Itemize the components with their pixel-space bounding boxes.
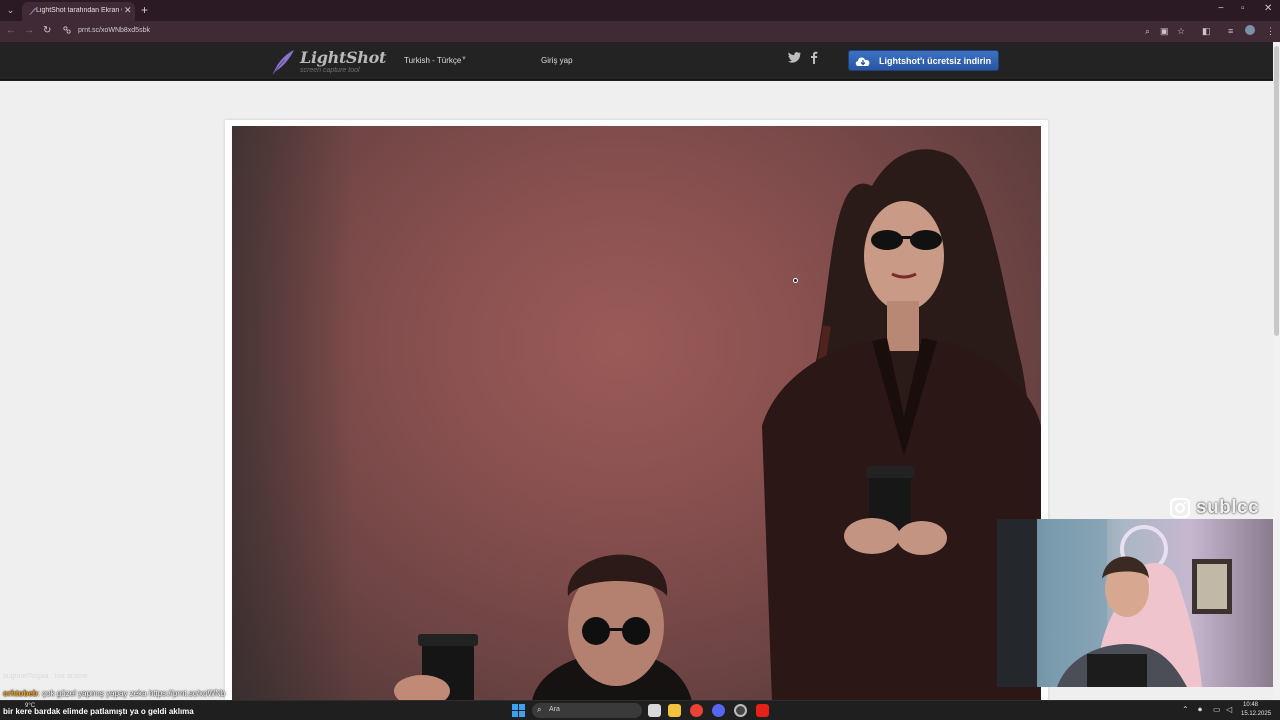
site-header: LightShot screen capture tool Turkish - …	[0, 42, 1273, 80]
address-bar[interactable]: prnt.sc/xoWNb8xd5sbk	[58, 24, 1168, 39]
chat-message: bir kere bardak elimde patlamıştı ya o g…	[3, 707, 194, 716]
tab-search-chevron-icon[interactable]: ⌄	[4, 4, 17, 17]
tab-close-icon[interactable]: ✕	[124, 5, 132, 16]
chat-message-faded: bugunelTolgaa : tisk dusme	[3, 673, 88, 680]
zoom-icon[interactable]: ⌕	[1145, 26, 1150, 36]
profile-avatar[interactable]	[1245, 25, 1255, 35]
search-icon: ⌕	[537, 705, 542, 714]
extensions-icon[interactable]: ◧	[1202, 26, 1211, 36]
minimize-button[interactable]: −	[1218, 3, 1224, 14]
new-tab-button[interactable]: +	[141, 3, 148, 17]
instagram-handle: sublcc	[1196, 497, 1260, 518]
mouse-cursor-icon	[793, 278, 798, 283]
taskbar-search[interactable]: ⌕ Ara	[532, 703, 642, 718]
chat-message: orhtobeb: çok güzel yapmış yapay zeka ht…	[3, 689, 225, 698]
cloud-download-icon	[855, 57, 870, 66]
network-icon[interactable]: ▭	[1213, 705, 1221, 714]
page-scrollbar[interactable]	[1273, 42, 1280, 700]
bookmark-star-icon[interactable]: ☆	[1177, 26, 1185, 36]
install-app-icon[interactable]: ▣	[1160, 26, 1169, 36]
browser-menu-icon[interactable]: ⋮	[1266, 26, 1275, 36]
chrome-icon[interactable]	[690, 704, 703, 717]
lightshot-logo-icon[interactable]	[270, 48, 296, 76]
forward-icon[interactable]: →	[24, 25, 34, 36]
facebook-icon[interactable]	[810, 51, 818, 64]
tray-overflow-icon[interactable]: ⌃	[1182, 705, 1189, 714]
media-icon[interactable]: ≡	[1228, 26, 1233, 36]
scrollbar-thumb[interactable]	[1274, 46, 1279, 336]
browser-toolbar: ← → ↻ prnt.sc/xoWNb8xd5sbk ⌕ ▣ ☆ ◧ ≡ ⋮	[0, 21, 1280, 42]
file-explorer-icon[interactable]	[668, 704, 681, 717]
chat-text: : çok güzel yapmış yapay zeka https://pr…	[37, 689, 226, 698]
taskbar-date[interactable]: 15.12.2025	[1241, 711, 1271, 717]
close-window-button[interactable]: ✕	[1264, 3, 1272, 14]
webcam-overlay	[997, 519, 1273, 687]
back-icon[interactable]: ←	[6, 25, 16, 36]
youtube-icon[interactable]	[756, 704, 769, 717]
chat-username: orhtobeb	[3, 689, 38, 698]
webcam-scene-illustration	[997, 519, 1232, 687]
taskbar-search-placeholder: Ara	[549, 706, 560, 713]
chevron-down-icon[interactable]: ▼	[461, 56, 467, 62]
download-button[interactable]: Lightshot'ı ücretsiz indirin	[848, 50, 999, 71]
download-button-label: Lightshot'ı ücretsiz indirin	[879, 56, 992, 66]
instagram-icon	[1170, 498, 1190, 518]
chat-text: bir kere bardak elimde patlamıştı ya o g…	[3, 707, 194, 716]
task-view-icon[interactable]	[648, 704, 661, 717]
screenshot-image[interactable]	[232, 126, 1041, 701]
browser-tab[interactable]: LightShot tarafından Ekran Görüntüsü ✕	[22, 2, 135, 21]
volume-icon[interactable]: ◁	[1226, 705, 1232, 714]
maximize-button[interactable]: ▫	[1241, 3, 1245, 14]
reload-icon[interactable]: ↻	[43, 25, 51, 36]
site-tagline: screen capture tool	[300, 67, 360, 74]
language-selector[interactable]: Turkish - Türkçe	[404, 56, 461, 65]
taskbar-clock[interactable]: 10:48	[1243, 702, 1258, 708]
browser-tab-bar: ⌄ LightShot tarafından Ekran Görüntüsü ✕…	[0, 0, 1280, 21]
app-icon[interactable]	[734, 704, 747, 717]
site-info-icon[interactable]	[63, 26, 71, 34]
url-text: prnt.sc/xoWNb8xd5sbk	[78, 27, 150, 34]
login-link[interactable]: Giriş yap	[541, 56, 573, 65]
windows-taskbar: 9°C bir kere bardak elimde patlamıştı ya…	[0, 700, 1280, 720]
discord-icon[interactable]	[712, 704, 725, 717]
site-logo[interactable]: LightShot	[300, 48, 386, 67]
photo-people-illustration	[394, 149, 1041, 701]
tab-title: LightShot tarafından Ekran Görüntüsü	[36, 7, 122, 14]
twitter-icon[interactable]	[788, 51, 802, 63]
screen: ⌄ LightShot tarafından Ekran Görüntüsü ✕…	[0, 0, 1280, 720]
microphone-icon[interactable]: ⏺	[1198, 705, 1202, 715]
windows-start-icon[interactable]	[512, 704, 525, 717]
